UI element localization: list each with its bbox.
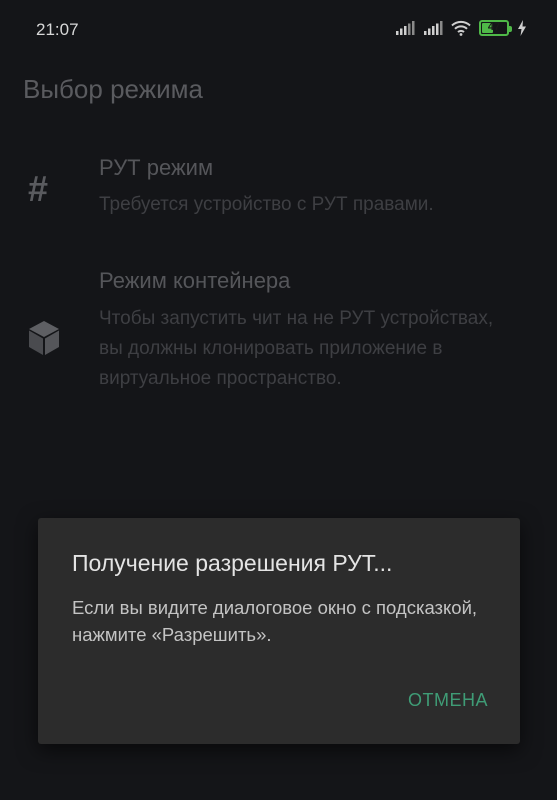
battery-level-text: 47 — [487, 21, 501, 33]
dialog-title: Получение разрешения РУТ... — [72, 550, 393, 576]
mode-item-root[interactable]: # РУТ режим Требуется устройство с РУТ п… — [0, 150, 557, 230]
wifi-icon — [451, 20, 471, 36]
dialog-message: Если вы видите диалоговое окно с подсказ… — [72, 597, 478, 645]
battery-icon: 47 — [479, 20, 512, 36]
status-bar: 21:07 47 — [0, 0, 557, 60]
hash-icon: # — [28, 168, 49, 209]
cube-icon — [28, 320, 60, 361]
screen: 21:07 47 Выбор режима # РУТ режим Требуе… — [0, 0, 557, 800]
mode-item-container[interactable]: Режим контейнера Чтобы запустить чит на … — [0, 266, 557, 416]
root-permission-dialog: Получение разрешения РУТ... Если вы види… — [38, 518, 520, 744]
signal-icon — [395, 21, 415, 35]
page-title: Выбор режима — [23, 74, 203, 104]
status-time: 21:07 — [36, 20, 79, 39]
mode-description: Требуется устройство с РУТ правами. — [99, 194, 434, 215]
cancel-button[interactable]: ОТМЕНА — [408, 690, 488, 711]
mode-description: Чтобы запустить чит на не РУТ устройства… — [99, 308, 494, 389]
charging-bolt-icon — [517, 20, 527, 36]
battery-cap — [509, 26, 512, 32]
status-icons: 47 — [395, 20, 527, 36]
signal-icon — [423, 21, 443, 35]
mode-title: РУТ режим — [99, 155, 214, 180]
mode-title: Режим контейнера — [99, 268, 291, 293]
